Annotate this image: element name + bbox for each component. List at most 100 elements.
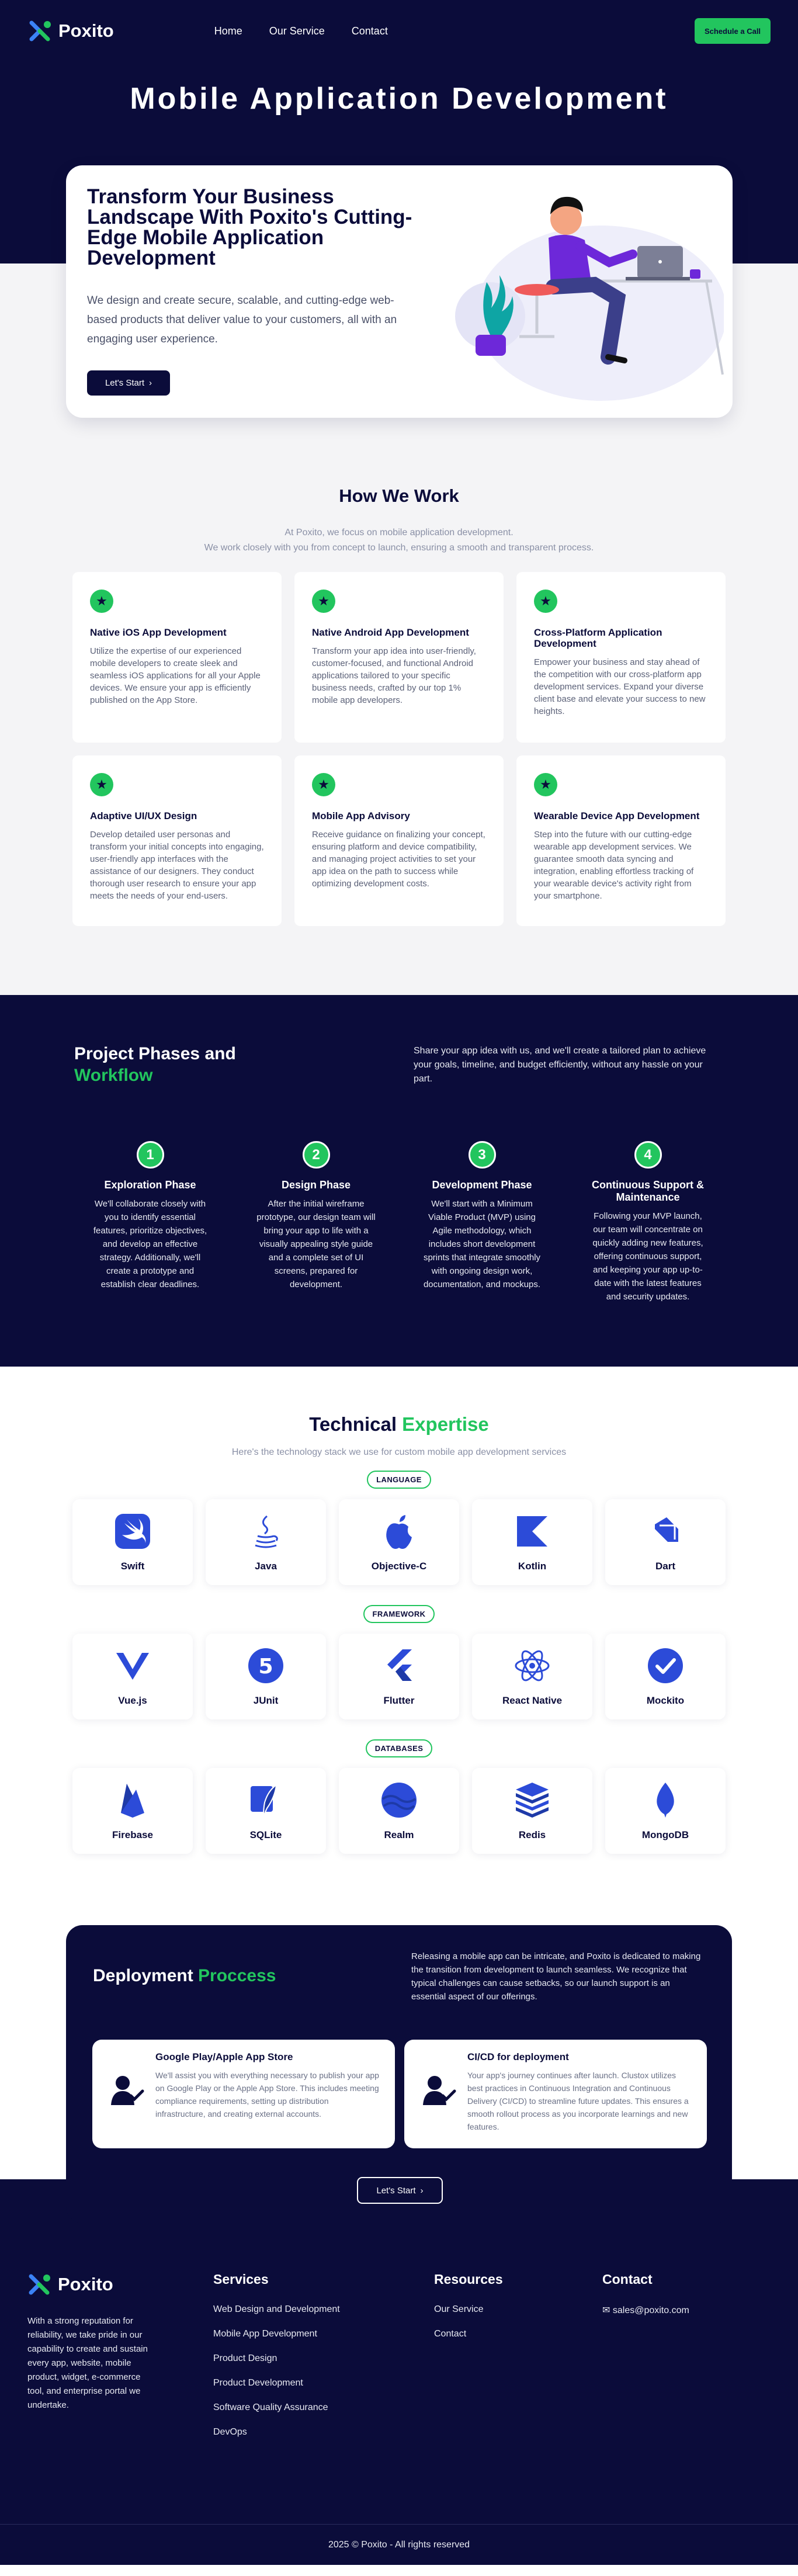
card-title: Adaptive UI/UX Design xyxy=(90,810,197,821)
nav-home-link[interactable]: Home xyxy=(214,25,242,37)
header-section: Poxito Home Our Service Contact Schedule… xyxy=(0,0,798,418)
tech-card: React Native xyxy=(472,1634,592,1719)
footer-link[interactable]: Product Development xyxy=(213,2378,340,2388)
tech-name: Java xyxy=(255,1560,277,1572)
databases-row: Firebase SQLite Realm Redis MongoDB xyxy=(0,1768,798,1854)
deployment-intro: Releasing a mobile app can be intricate,… xyxy=(411,1951,701,2002)
star-icon: ★ xyxy=(534,773,557,796)
tech-name: Mockito xyxy=(646,1694,685,1706)
hero-start-label: Let's Start xyxy=(105,378,145,388)
star-icon: ★ xyxy=(90,773,113,796)
footer: Poxito With a strong reputation for reli… xyxy=(0,2223,798,2565)
java-icon xyxy=(255,1515,278,1548)
deployment-wrapper: Deployment Proccess Releasing a mobile a… xyxy=(0,1925,798,2223)
step-text: We'll start with a Minimum Viable Produc… xyxy=(423,1199,541,1289)
framework-row: Vue.js 5 JUnit Flutter React Native Mock… xyxy=(0,1634,798,1719)
footer-link[interactable]: Mobile App Development xyxy=(213,2329,340,2339)
tech-card: Realm xyxy=(339,1768,459,1854)
footer-about: With a strong reputation for reliability… xyxy=(27,2316,148,2410)
hero-start-button[interactable]: Let's Start › xyxy=(87,370,170,396)
footer-email-link[interactable]: ✉ sales@poxito.com xyxy=(602,2304,689,2316)
tech-name: Realm xyxy=(384,1829,414,1840)
language-pill: LANGUAGE xyxy=(367,1471,431,1489)
deploy-start-button[interactable]: Let's Start › xyxy=(357,2177,443,2204)
service-card: ★ Wearable Device App Development Step i… xyxy=(516,755,726,926)
phase-step: 2 Design Phase After the initial wirefra… xyxy=(233,1141,399,1303)
technical-expertise-section: Technical Expertise Here's the technolog… xyxy=(0,1367,798,1925)
tech-name: Kotlin xyxy=(518,1560,547,1572)
footer-link[interactable]: DevOps xyxy=(213,2427,340,2438)
star-icon: ★ xyxy=(534,590,557,613)
card-text: Receive guidance on finalizing your conc… xyxy=(312,830,485,889)
step-number: 4 xyxy=(634,1141,662,1169)
footer-link[interactable]: Product Design xyxy=(213,2353,340,2364)
logo[interactable]: Poxito xyxy=(28,19,114,43)
schedule-call-button[interactable]: Schedule a Call xyxy=(695,18,771,44)
tech-card: Objective-C xyxy=(339,1499,459,1585)
service-card: ★ Cross-Platform Application Development… xyxy=(516,572,726,743)
step-title: Development Phase xyxy=(432,1179,532,1191)
service-cards: ★ Native iOS App Development Utilize the… xyxy=(0,572,798,926)
logo-icon xyxy=(29,2274,50,2295)
card-title: Wearable Device App Development xyxy=(534,810,700,821)
realm-icon xyxy=(381,1782,417,1818)
expertise-title-2: Expertise xyxy=(402,1413,489,1435)
apple-icon xyxy=(386,1514,412,1549)
phases-title: Project Phases and Workflow xyxy=(74,1043,236,1086)
developer-illustration xyxy=(455,196,724,401)
tech-name: Swift xyxy=(120,1560,145,1572)
tech-card: Firebase xyxy=(72,1768,193,1854)
hero-card: Transform Your Business Landscape With P… xyxy=(66,165,733,418)
react-icon xyxy=(515,1650,550,1681)
step-text: After the initial wireframe prototype, o… xyxy=(256,1199,376,1289)
user-check-icon xyxy=(423,2076,456,2105)
subtitle-line-2: We work closely with you from concept to… xyxy=(204,543,594,553)
tech-name: JUnit xyxy=(253,1694,279,1706)
tech-card: Flutter xyxy=(339,1634,459,1719)
deploy-card-title: Google Play/Apple App Store xyxy=(155,2051,293,2062)
nav-service-link[interactable]: Our Service xyxy=(269,25,325,37)
dart-icon xyxy=(655,1517,678,1542)
deploy-start-label: Let's Start xyxy=(376,2185,416,2196)
tech-card: SQLite xyxy=(206,1768,326,1854)
footer-email: sales@poxito.com xyxy=(612,2305,689,2315)
footer-link[interactable]: Our Service xyxy=(434,2304,503,2315)
mockito-icon xyxy=(648,1648,683,1683)
language-row: Swift Java Objective-C Kotlin Dart xyxy=(0,1499,798,1585)
star-icon: ★ xyxy=(90,590,113,613)
nav-contact-link[interactable]: Contact xyxy=(352,25,388,37)
step-text: We'll collaborate closely with you to id… xyxy=(93,1199,207,1289)
footer-link[interactable]: Software Quality Assurance xyxy=(213,2402,340,2413)
service-card: ★ Mobile App Advisory Receive guidance o… xyxy=(294,755,504,926)
redis-icon xyxy=(516,1782,549,1818)
footer-resources-title: Resources xyxy=(434,2272,503,2287)
tech-name: Objective-C xyxy=(371,1560,427,1572)
tech-card: Dart xyxy=(605,1499,726,1585)
tech-name: SQLite xyxy=(249,1829,282,1840)
phase-step: 1 Exploration Phase We'll collaborate cl… xyxy=(67,1141,233,1303)
footer-contact-title: Contact xyxy=(602,2272,653,2287)
footer-link[interactable]: Web Design and Development xyxy=(213,2304,340,2315)
phase-steps: 1 Exploration Phase We'll collaborate cl… xyxy=(67,1141,731,1303)
tech-card: Swift xyxy=(72,1499,193,1585)
deployment-section: Deployment Proccess Releasing a mobile a… xyxy=(66,1925,732,2223)
phase-step: 3 Development Phase We'll start with a M… xyxy=(399,1141,565,1303)
kotlin-icon xyxy=(517,1516,547,1547)
card-title: Cross-Platform Application Development xyxy=(534,627,662,649)
framework-pill: FRAMEWORK xyxy=(363,1605,435,1623)
tech-card: Vue.js xyxy=(72,1634,193,1719)
hero-text: We design and create secure, scalable, a… xyxy=(87,294,397,345)
card-text: Transform your app idea into user-friend… xyxy=(312,646,476,705)
phases-title-line-1: Project Phases and xyxy=(74,1044,236,1063)
footer-link[interactable]: Contact xyxy=(434,2329,503,2339)
chevron-right-icon: › xyxy=(149,378,152,388)
mongodb-icon xyxy=(657,1782,674,1818)
section-title: How We Work xyxy=(339,486,459,506)
copyright: 2025 © Poxito - All rights reserved xyxy=(328,2539,470,2550)
tech-name: Firebase xyxy=(112,1829,153,1840)
card-text: Utilize the expertise of our experienced… xyxy=(90,646,261,705)
footer-logo[interactable]: Poxito xyxy=(27,2273,113,2296)
logo-icon xyxy=(29,20,51,41)
logo-text: Poxito xyxy=(58,20,114,41)
card-text: Step into the future with our cutting-ed… xyxy=(534,830,694,901)
